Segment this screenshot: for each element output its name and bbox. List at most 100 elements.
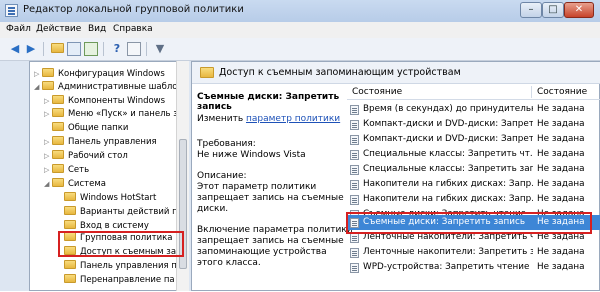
- folder-icon: [64, 220, 76, 229]
- tree-item[interactable]: Windows HotStart: [56, 192, 156, 205]
- help-icon[interactable]: ?: [110, 42, 124, 56]
- description-panel: Съемные диски: Запретить запись Изменить…: [192, 84, 353, 292]
- row-highlight-annotation: [346, 212, 592, 234]
- policy-setting-icon: [350, 263, 359, 273]
- folder-icon: [52, 95, 64, 104]
- folder-icon: [64, 206, 76, 215]
- collapse-arrow-icon[interactable]: ◢: [34, 81, 42, 94]
- tree-item[interactable]: ▷ Сеть: [44, 164, 89, 177]
- policy-setting-icon: [350, 233, 359, 243]
- menu-bar: Файл Действие Вид Справка: [0, 22, 600, 38]
- expand-arrow-icon[interactable]: ▷: [44, 108, 52, 121]
- gpedit-app-icon: [5, 4, 18, 17]
- description-label: Описание:: [197, 171, 247, 181]
- folder-icon: [52, 150, 64, 159]
- export-icon[interactable]: [84, 42, 98, 56]
- menu-help[interactable]: Справка: [113, 24, 153, 34]
- toolbar-separator: [146, 42, 147, 56]
- description-text: запоминающие устройства: [197, 247, 327, 257]
- up-folder-icon[interactable]: [50, 42, 64, 56]
- policy-setting-icon: [350, 135, 359, 145]
- description-text: этого класса.: [197, 258, 261, 268]
- menu-file[interactable]: Файл: [6, 24, 31, 34]
- folder-icon: [52, 136, 64, 145]
- expand-arrow-icon[interactable]: ▷: [44, 164, 52, 177]
- tree-item[interactable]: Перенаправление па: [56, 274, 175, 287]
- folder-icon: [200, 67, 214, 78]
- tree-item[interactable]: Панель управления п: [56, 260, 177, 273]
- folder-icon: [42, 68, 54, 77]
- policy-row[interactable]: Накопители на гибких дисках: Запр... Не з…: [347, 177, 600, 192]
- folder-icon: [42, 81, 54, 90]
- window-title: Редактор локальной групповой политики: [23, 4, 244, 15]
- description-text: запрещает запись на съемные: [197, 193, 344, 203]
- expand-arrow-icon[interactable]: ▷: [44, 95, 52, 108]
- column-header-status[interactable]: Состояние: [537, 87, 587, 97]
- tree-item[interactable]: Варианты действий по: [56, 206, 183, 219]
- tree-highlight-annotation: [58, 231, 184, 257]
- show-tree-icon[interactable]: [67, 42, 81, 56]
- description-text: диски.: [197, 204, 229, 214]
- tree-item[interactable]: ▷ Панель управления: [44, 136, 157, 149]
- tree-item[interactable]: ▷ Конфигурация Windows: [34, 68, 165, 81]
- folder-icon: [52, 164, 64, 173]
- column-header-state[interactable]: Состояние: [352, 87, 402, 97]
- tree-item[interactable]: ▷ Компоненты Windows: [44, 95, 165, 108]
- policy-row[interactable]: Компакт-диски и DVD-диски: Запрет... Не з…: [347, 132, 600, 147]
- policy-row[interactable]: WPD-устройства: Запретить чтение Не задан…: [347, 260, 600, 275]
- details-header-title: Доступ к съемным запоминающим устройства…: [219, 67, 461, 78]
- policy-row[interactable]: Время (в секундах) до принудительн... Не …: [347, 102, 600, 117]
- close-button[interactable]: ✕: [564, 2, 594, 18]
- toolbar: ◀ ▶ ? ▼: [0, 38, 600, 61]
- toolbar-separator: [43, 42, 44, 56]
- folder-icon: [52, 122, 64, 131]
- policy-setting-icon: [350, 248, 359, 258]
- policy-setting-icon: [350, 165, 359, 175]
- edit-policy-line: Изменить параметр политики: [197, 114, 341, 124]
- edit-policy-link[interactable]: параметр политики: [246, 114, 340, 124]
- title-bar[interactable]: Редактор локальной групповой политики – …: [0, 0, 600, 22]
- folder-icon: [64, 192, 76, 201]
- tree-item[interactable]: ◢ Система: [44, 178, 106, 191]
- folder-icon: [52, 108, 64, 117]
- expand-arrow-icon[interactable]: ▷: [44, 150, 52, 163]
- folder-icon: [52, 178, 64, 187]
- policy-setting-icon: [350, 150, 359, 160]
- tree-item[interactable]: ▷ Рабочий стол: [44, 150, 128, 163]
- menu-action[interactable]: Действие: [36, 24, 81, 34]
- policy-row[interactable]: Накопители на гибких дисках: Запр... Не з…: [347, 192, 600, 207]
- policy-row[interactable]: Ленточные накопители: Запретить з... Не з…: [347, 245, 600, 260]
- forward-icon[interactable]: ▶: [24, 42, 38, 56]
- tree-item[interactable]: ◢ Административные шаблоны: [34, 81, 188, 94]
- folder-icon: [64, 260, 76, 269]
- gpedit-window: Редактор локальной групповой политики – …: [0, 0, 600, 291]
- requirements-value: Не ниже Windows Vista: [197, 150, 306, 160]
- policy-row[interactable]: Компакт-диски и DVD-диски: Запрет... Не з…: [347, 117, 600, 132]
- maximize-button[interactable]: □: [542, 2, 564, 18]
- toolbar-separator: [103, 42, 104, 56]
- policy-title: Съемные диски: Запретить запись: [197, 92, 340, 112]
- back-icon[interactable]: ◀: [8, 42, 22, 56]
- tree-item[interactable]: Общие папки: [44, 122, 128, 135]
- expand-arrow-icon[interactable]: ▷: [34, 68, 42, 81]
- minimize-button[interactable]: –: [520, 2, 542, 18]
- policy-row[interactable]: Специальные классы: Запретить чт... Не за…: [347, 147, 600, 162]
- list-header: Состояние Состояние: [347, 84, 600, 100]
- policy-row[interactable]: Специальные классы: Запретить зап... Не з…: [347, 162, 600, 177]
- collapse-arrow-icon[interactable]: ◢: [44, 178, 52, 191]
- column-separator[interactable]: [531, 86, 532, 98]
- description-text: запрещает запись на съемные: [197, 236, 344, 246]
- properties-icon[interactable]: [127, 42, 141, 56]
- requirements-label: Требования:: [197, 139, 256, 149]
- policy-setting-icon: [350, 105, 359, 115]
- filter-icon[interactable]: ▼: [153, 42, 167, 56]
- folder-icon: [64, 274, 76, 283]
- description-text: Включение параметра политики: [197, 225, 353, 235]
- menu-view[interactable]: Вид: [88, 24, 106, 34]
- policy-setting-icon: [350, 195, 359, 205]
- description-text: Этот параметр политики: [197, 182, 317, 192]
- expand-arrow-icon[interactable]: ▷: [44, 136, 52, 149]
- details-pane: Доступ к съемным запоминающим устройства…: [191, 61, 600, 291]
- tree-item[interactable]: ▷ Меню «Пуск» и панель за: [44, 108, 183, 121]
- policy-setting-icon: [350, 120, 359, 130]
